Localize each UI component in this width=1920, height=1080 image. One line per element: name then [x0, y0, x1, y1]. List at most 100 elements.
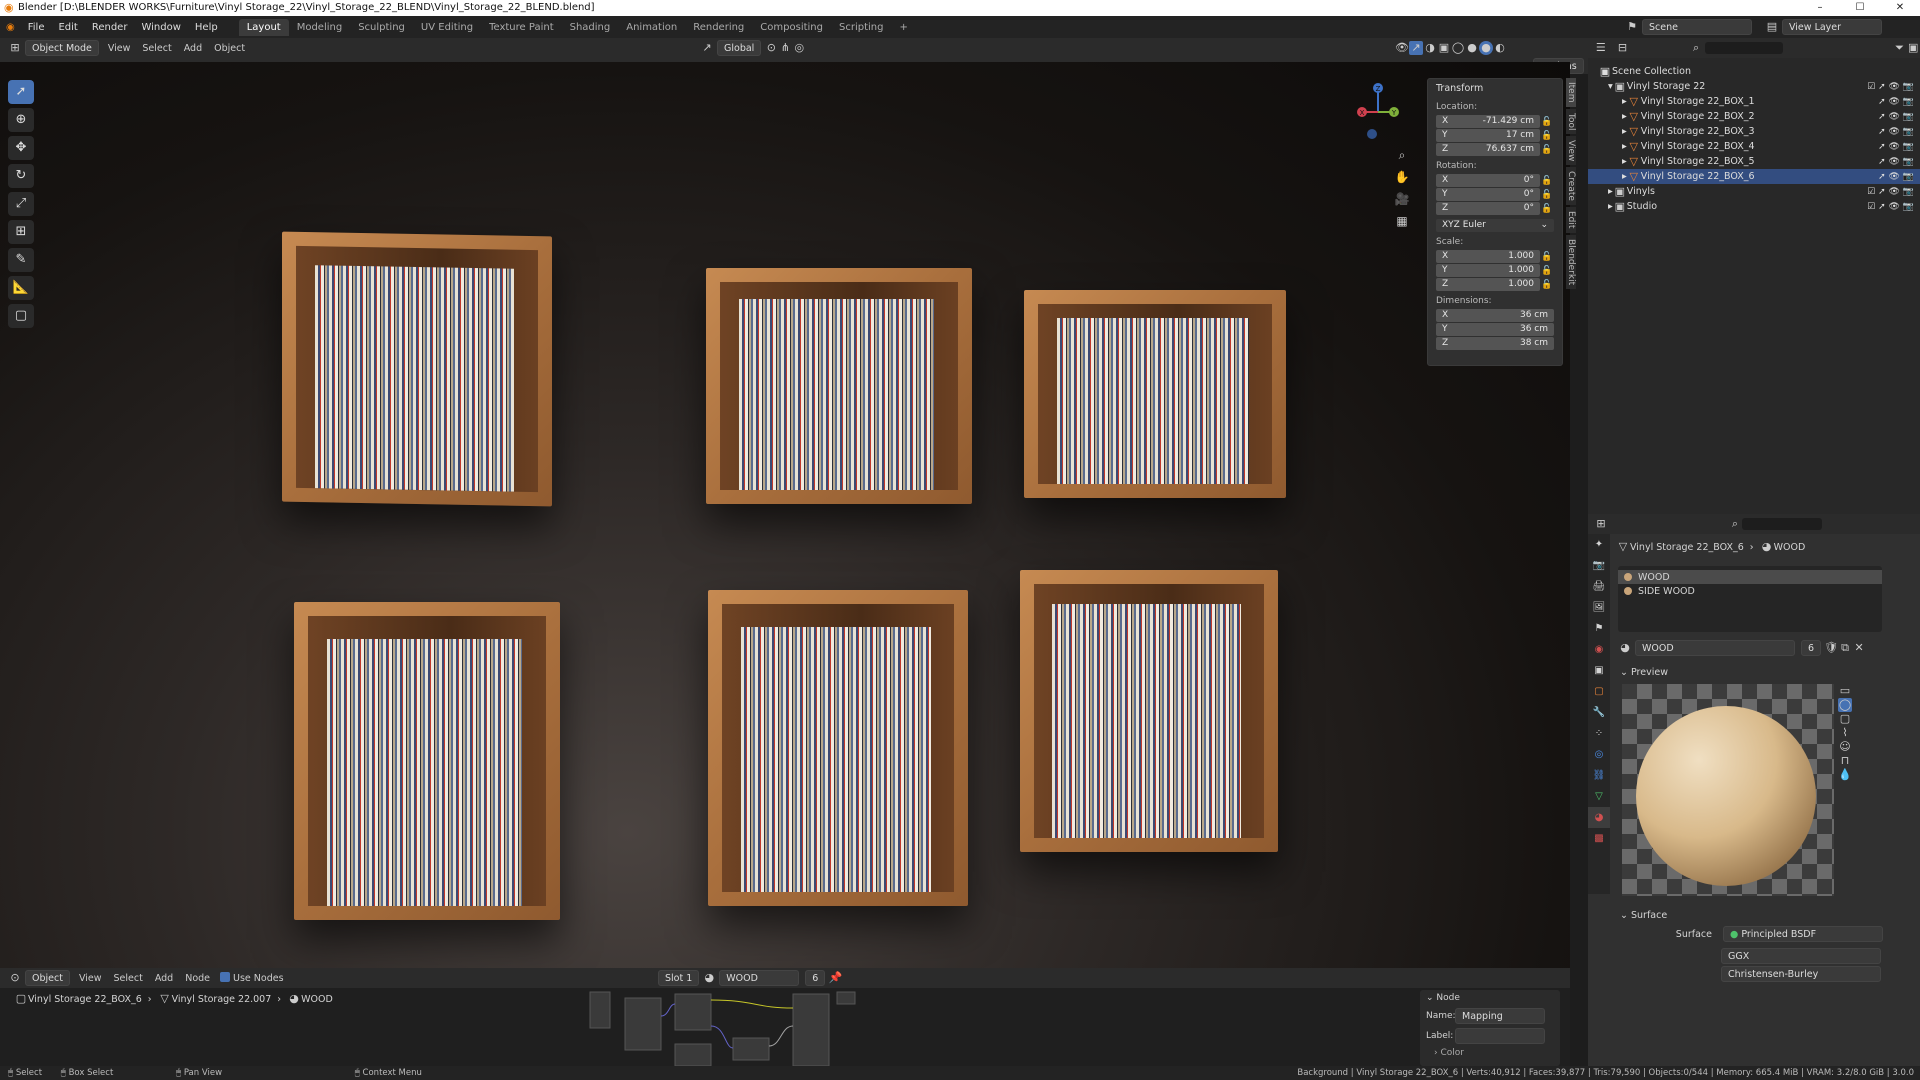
gizmo-neg-z-handle[interactable]	[1367, 129, 1377, 139]
menu-edit[interactable]: Edit	[51, 22, 84, 33]
tab-animation[interactable]: Animation	[618, 19, 685, 36]
tab-sculpting[interactable]: Sculpting	[350, 19, 413, 36]
scale-y-field[interactable]: Y 1.000	[1436, 264, 1540, 277]
select-tool-icon[interactable]: ➚	[8, 80, 34, 104]
object-row[interactable]: ▸ ▽ Vinyl Storage 22_BOX_1 ➚ 👁 📷	[1588, 94, 1920, 109]
lock-icon[interactable]: 🔓	[1540, 131, 1554, 141]
view-layer-tab-icon[interactable]: 🖼	[1588, 597, 1610, 618]
viewport-menu-add[interactable]: Add	[178, 43, 208, 54]
outliner-search-icon[interactable]: ⌕	[1689, 41, 1703, 55]
preview-panel-header[interactable]: ⌄ Preview	[1620, 667, 1668, 678]
properties-search-icon[interactable]: ⌕	[1728, 517, 1742, 531]
snap-icon[interactable]: ⋔	[778, 41, 792, 55]
vinyl-crate-6[interactable]	[1020, 570, 1278, 852]
proportional-edit-icon[interactable]: ◎	[792, 41, 806, 55]
preview-monkey-icon[interactable]: ☺	[1838, 740, 1852, 754]
scene-collection-row[interactable]: ▣ Scene Collection	[1588, 64, 1920, 79]
blender-menu-icon[interactable]: ◉	[0, 22, 21, 33]
camera-icon[interactable]: 🎥	[1392, 192, 1412, 214]
lock-icon[interactable]: 🔓	[1540, 252, 1554, 262]
tab-texture-paint[interactable]: Texture Paint	[481, 19, 562, 36]
material-slot-item[interactable]: WOOD	[1618, 570, 1882, 584]
3d-viewport[interactable]	[0, 62, 1570, 968]
material-tab-icon[interactable]: ◕	[1588, 807, 1610, 828]
zoom-icon[interactable]: ⌕	[1392, 148, 1412, 170]
rotation-mode-dropdown[interactable]: XYZ Euler ⌄	[1436, 219, 1554, 232]
vinyl-crate-2[interactable]	[706, 268, 972, 504]
outliner-editor-icon[interactable]: ☰	[1594, 41, 1608, 55]
visibility-toggles[interactable]: ☑ ➚ 👁 📷	[1867, 82, 1914, 92]
rotation-x-field[interactable]: X 0°	[1436, 174, 1540, 187]
material-name-field[interactable]: WOOD	[1635, 640, 1795, 656]
editor-type-icon[interactable]: ⊞	[8, 41, 22, 55]
menu-window[interactable]: Window	[134, 22, 187, 33]
rotation-y-field[interactable]: Y 0°	[1436, 188, 1540, 201]
subsurface-method-dropdown[interactable]: Christensen-Burley	[1721, 966, 1881, 982]
node-box[interactable]	[792, 993, 830, 1066]
preview-cloth-icon[interactable]: ⊓	[1838, 754, 1852, 768]
object-row[interactable]: ▸ ▽ Vinyl Storage 22_BOX_5 ➚ 👁 📷	[1588, 154, 1920, 169]
lock-icon[interactable]: 🔓	[1540, 145, 1554, 155]
material-browse-icon[interactable]: ◕	[1618, 641, 1632, 655]
tab-modeling[interactable]: Modeling	[289, 19, 351, 36]
rotate-tool-icon[interactable]: ↻	[8, 164, 34, 188]
minimize-button[interactable]: –	[1800, 0, 1840, 16]
visibility-icon[interactable]: 👁	[1395, 41, 1409, 55]
lock-icon[interactable]: 🔓	[1540, 204, 1554, 214]
node-editor-type-icon[interactable]: ⊙	[8, 971, 22, 985]
node-box[interactable]	[624, 997, 662, 1051]
node-name-field[interactable]: Mapping	[1455, 1008, 1545, 1024]
shading-solid-icon[interactable]: ●	[1465, 41, 1479, 55]
menu-file[interactable]: File	[21, 22, 52, 33]
shading-wireframe-icon[interactable]: ◯	[1451, 41, 1465, 55]
node-menu-node[interactable]: Node	[179, 973, 216, 984]
preview-fluid-icon[interactable]: 💧	[1838, 768, 1852, 782]
orientation-selector[interactable]: Global	[717, 40, 762, 56]
tab-compositing[interactable]: Compositing	[752, 19, 831, 36]
visibility-toggles[interactable]: ➚ 👁 📷	[1878, 97, 1914, 107]
surface-panel-header[interactable]: ⌄ Surface	[1620, 910, 1667, 921]
duplicate-icon[interactable]: ⧉	[1838, 641, 1852, 655]
shader-node-editor[interactable]: ⊙ Object View Select Add Node Use Nodes …	[0, 968, 1570, 1066]
tab-uv-editing[interactable]: UV Editing	[413, 19, 481, 36]
node-box[interactable]	[836, 991, 856, 1005]
collection-row[interactable]: ▸ ▣ Vinyls ☑ ➚ 👁 📷	[1588, 184, 1920, 199]
texture-tab-icon[interactable]: ▩	[1588, 828, 1610, 849]
data-tab-icon[interactable]: ▽	[1588, 786, 1610, 807]
node-box[interactable]	[674, 993, 712, 1031]
scale-z-field[interactable]: Z 1.000	[1436, 278, 1540, 291]
collection-tab-icon[interactable]: ▣	[1588, 660, 1610, 681]
annotate-tool-icon[interactable]: ✎	[8, 248, 34, 272]
particles-tab-icon[interactable]: ⁘	[1588, 723, 1610, 744]
new-collection-icon[interactable]: ▣	[1906, 41, 1920, 55]
node-panel-header[interactable]: ⌄ Node	[1420, 990, 1560, 1006]
navigation-gizmo[interactable]: Z Y X	[1356, 82, 1400, 142]
node-menu-add[interactable]: Add	[149, 973, 179, 984]
pin-icon[interactable]: 📌	[828, 971, 842, 985]
vinyl-crate-3[interactable]	[1024, 290, 1286, 498]
material-users-count[interactable]: 6	[1801, 640, 1822, 656]
visibility-toggles[interactable]: ☑ ➚ 👁 📷	[1867, 187, 1914, 197]
lock-icon[interactable]: 🔓	[1540, 117, 1554, 127]
outliner-search-input[interactable]	[1704, 42, 1783, 54]
measure-tool-icon[interactable]: 📐	[8, 276, 34, 300]
sidebar-tab-view[interactable]: View	[1566, 135, 1576, 166]
viewport-menu-select[interactable]: Select	[136, 43, 177, 54]
preview-sphere-icon[interactable]: ◯	[1838, 698, 1852, 712]
location-y-field[interactable]: Y 17 cm	[1436, 129, 1540, 142]
cursor-tool-icon[interactable]: ⊕	[8, 108, 34, 132]
scale-x-field[interactable]: X 1.000	[1436, 250, 1540, 263]
object-row[interactable]: ▸ ▽ Vinyl Storage 22_BOX_2 ➚ 👁 📷	[1588, 109, 1920, 124]
world-tab-icon[interactable]: ◉	[1588, 639, 1610, 660]
unlink-icon[interactable]: ✕	[1852, 641, 1866, 655]
location-z-field[interactable]: Z 76.637 cm	[1436, 143, 1540, 156]
move-tool-icon[interactable]: ✥	[8, 136, 34, 160]
node-label-field[interactable]	[1455, 1028, 1545, 1044]
shader-type-selector[interactable]: Object	[25, 970, 70, 986]
lock-icon[interactable]: 🔓	[1540, 176, 1554, 186]
mode-selector[interactable]: Object Mode	[25, 40, 99, 56]
maximize-button[interactable]: ☐	[1840, 0, 1880, 16]
sidebar-tab-blenderkit[interactable]: Blenderkit	[1566, 234, 1576, 289]
tab-rendering[interactable]: Rendering	[685, 19, 752, 36]
node-menu-select[interactable]: Select	[108, 973, 149, 984]
